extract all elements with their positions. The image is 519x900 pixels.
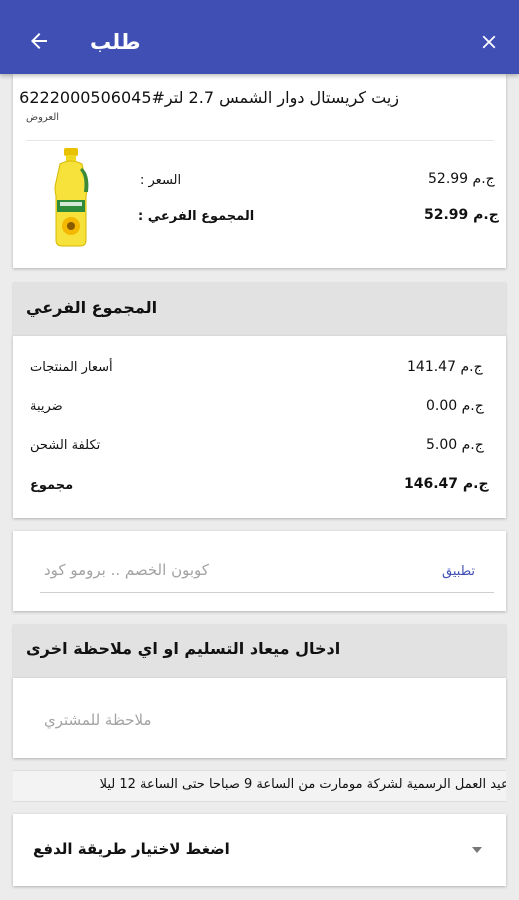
coupon-underline bbox=[40, 592, 494, 593]
working-hours-notice: مواعيد العمل الرسمية لشركة مومارت من الس… bbox=[13, 770, 506, 802]
product-category: العروض bbox=[26, 112, 60, 123]
close-icon bbox=[482, 35, 496, 49]
shipping-label: تكلفة الشحن bbox=[30, 438, 101, 453]
tax-label: ضريبة bbox=[30, 399, 63, 414]
price-value: ج.م 52.99 bbox=[428, 171, 495, 187]
tax-value: ج.م 0.00 bbox=[426, 398, 484, 414]
close-button[interactable] bbox=[475, 28, 503, 56]
subtotal-label: المجموع الفرعي : bbox=[138, 209, 255, 224]
arrow-left-icon bbox=[31, 33, 47, 49]
delivery-title: ادخال ميعاد التسليم او اي ملاحظة اخرى bbox=[26, 639, 341, 658]
back-button[interactable] bbox=[24, 26, 54, 56]
oil-bottle-icon bbox=[54, 148, 89, 247]
caret-down-icon bbox=[472, 847, 482, 853]
payment-method-label: اضغط لاختيار طريقة الدفع bbox=[33, 840, 230, 858]
coupon-input[interactable]: كوبون الخصم .. برومو كود bbox=[44, 561, 209, 579]
total-label: مجموع bbox=[30, 478, 74, 493]
total-value: ج.م 146.47 bbox=[404, 476, 489, 492]
apply-coupon-button[interactable]: تطبيق bbox=[442, 564, 475, 579]
app-bar: طلب bbox=[0, 0, 519, 74]
buyer-note-input[interactable]: ملاحظة للمشتري bbox=[44, 711, 152, 729]
subtotal-value: ج.م 52.99 bbox=[424, 207, 499, 223]
products-price-label: أسعار المنتجات bbox=[30, 360, 113, 375]
page-title: طلب bbox=[90, 30, 141, 54]
shipping-value: ج.م 5.00 bbox=[426, 437, 484, 453]
working-hours-text: مواعيد العمل الرسمية لشركة مومارت من الس… bbox=[99, 777, 506, 792]
price-label: السعر : bbox=[140, 173, 182, 188]
products-price-value: ج.م 141.47 bbox=[407, 359, 483, 375]
summary-title: المجموع الفرعي bbox=[26, 298, 158, 317]
product-name: زيت كريستال دوار الشمس 2.7 لتر#622200050… bbox=[19, 88, 399, 107]
divider bbox=[26, 140, 494, 141]
